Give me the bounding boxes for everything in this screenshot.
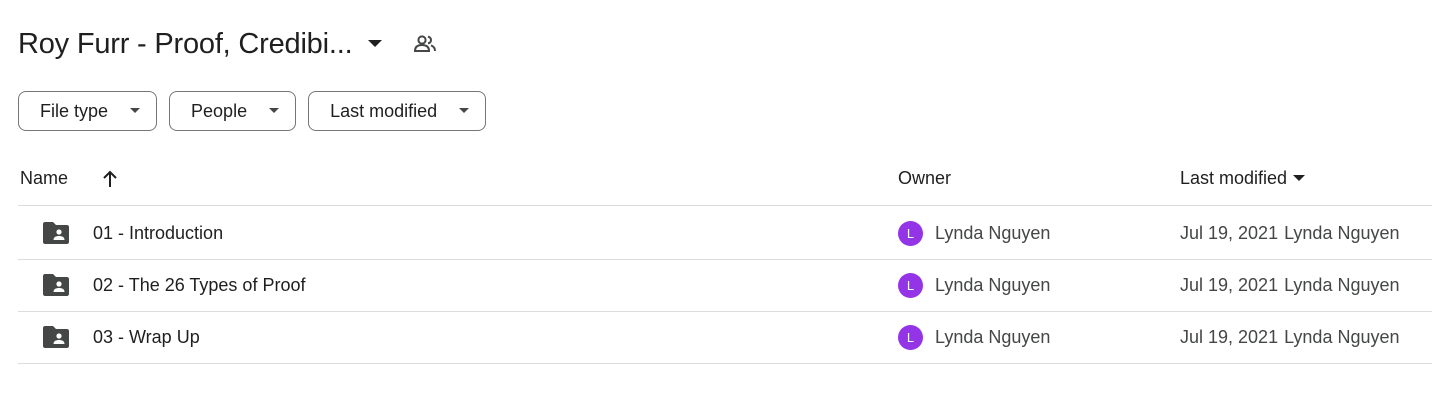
file-type-filter-label: File type: [40, 100, 109, 121]
folder-title[interactable]: Roy Furr - Proof, Credibi...: [18, 28, 353, 61]
file-name: 01 - Introduction: [93, 222, 224, 243]
last-modified: Jul 19, 2021 Lynda Nguyen: [1180, 311, 1400, 363]
table-row[interactable]: 02 - The 26 Types of Proof L Lynda Nguye…: [18, 259, 1432, 312]
caret-down-icon: [269, 108, 280, 114]
caret-down-icon[interactable]: [358, 27, 392, 61]
table-row[interactable]: 01 - Introduction L Lynda Nguyen Jul 19,…: [18, 207, 1432, 260]
caret-down-icon: [459, 108, 470, 114]
people-filter-label: People: [191, 100, 248, 121]
last-modified: Jul 19, 2021 Lynda Nguyen: [1180, 207, 1400, 259]
drive-folder-view: Roy Furr - Proof, Credibi... File type P…: [0, 0, 1432, 400]
file-name: 02 - The 26 Types of Proof: [93, 274, 306, 295]
modified-by: Lynda Nguyen: [1284, 274, 1400, 295]
shared-folder-icon: [42, 221, 70, 245]
modified-by: Lynda Nguyen: [1284, 326, 1400, 347]
file-type-filter[interactable]: File type: [18, 91, 158, 131]
column-header-name[interactable]: Name: [20, 152, 68, 205]
owner-name: Lynda Nguyen: [935, 274, 1051, 295]
people-icon[interactable]: [410, 29, 440, 59]
modified-date: Jul 19, 2021: [1180, 274, 1279, 295]
column-header-last-modified-label: Last modified: [1180, 168, 1288, 188]
caret-down-icon: [1293, 175, 1306, 182]
shared-folder-icon: [42, 273, 70, 297]
modified-by: Lynda Nguyen: [1284, 222, 1400, 243]
modified-date: Jul 19, 2021: [1180, 326, 1279, 347]
last-modified-filter-label: Last modified: [330, 100, 438, 121]
avatar: L: [898, 221, 923, 246]
column-header-owner: Owner: [898, 168, 952, 188]
shared-folder-icon: [42, 325, 70, 349]
modified-date: Jul 19, 2021: [1180, 222, 1279, 243]
arrow-up-icon[interactable]: [98, 152, 122, 205]
people-filter[interactable]: People: [169, 91, 297, 131]
table-header: Name Owner Last modified: [18, 152, 1432, 206]
caret-down-icon: [130, 108, 141, 114]
filter-chips: File type People Last modified: [18, 91, 487, 131]
last-modified: Jul 19, 2021 Lynda Nguyen: [1180, 259, 1400, 311]
owner-name: Lynda Nguyen: [935, 222, 1051, 243]
last-modified-filter[interactable]: Last modified: [308, 91, 487, 131]
folder-header: Roy Furr - Proof, Credibi...: [18, 22, 440, 66]
avatar: L: [898, 325, 923, 350]
owner-name: Lynda Nguyen: [935, 326, 1051, 347]
avatar: L: [898, 273, 923, 298]
table-row[interactable]: 03 - Wrap Up L Lynda Nguyen Jul 19, 2021…: [18, 311, 1432, 364]
file-name: 03 - Wrap Up: [93, 326, 200, 347]
column-header-last-modified[interactable]: Last modified: [1180, 152, 1306, 205]
